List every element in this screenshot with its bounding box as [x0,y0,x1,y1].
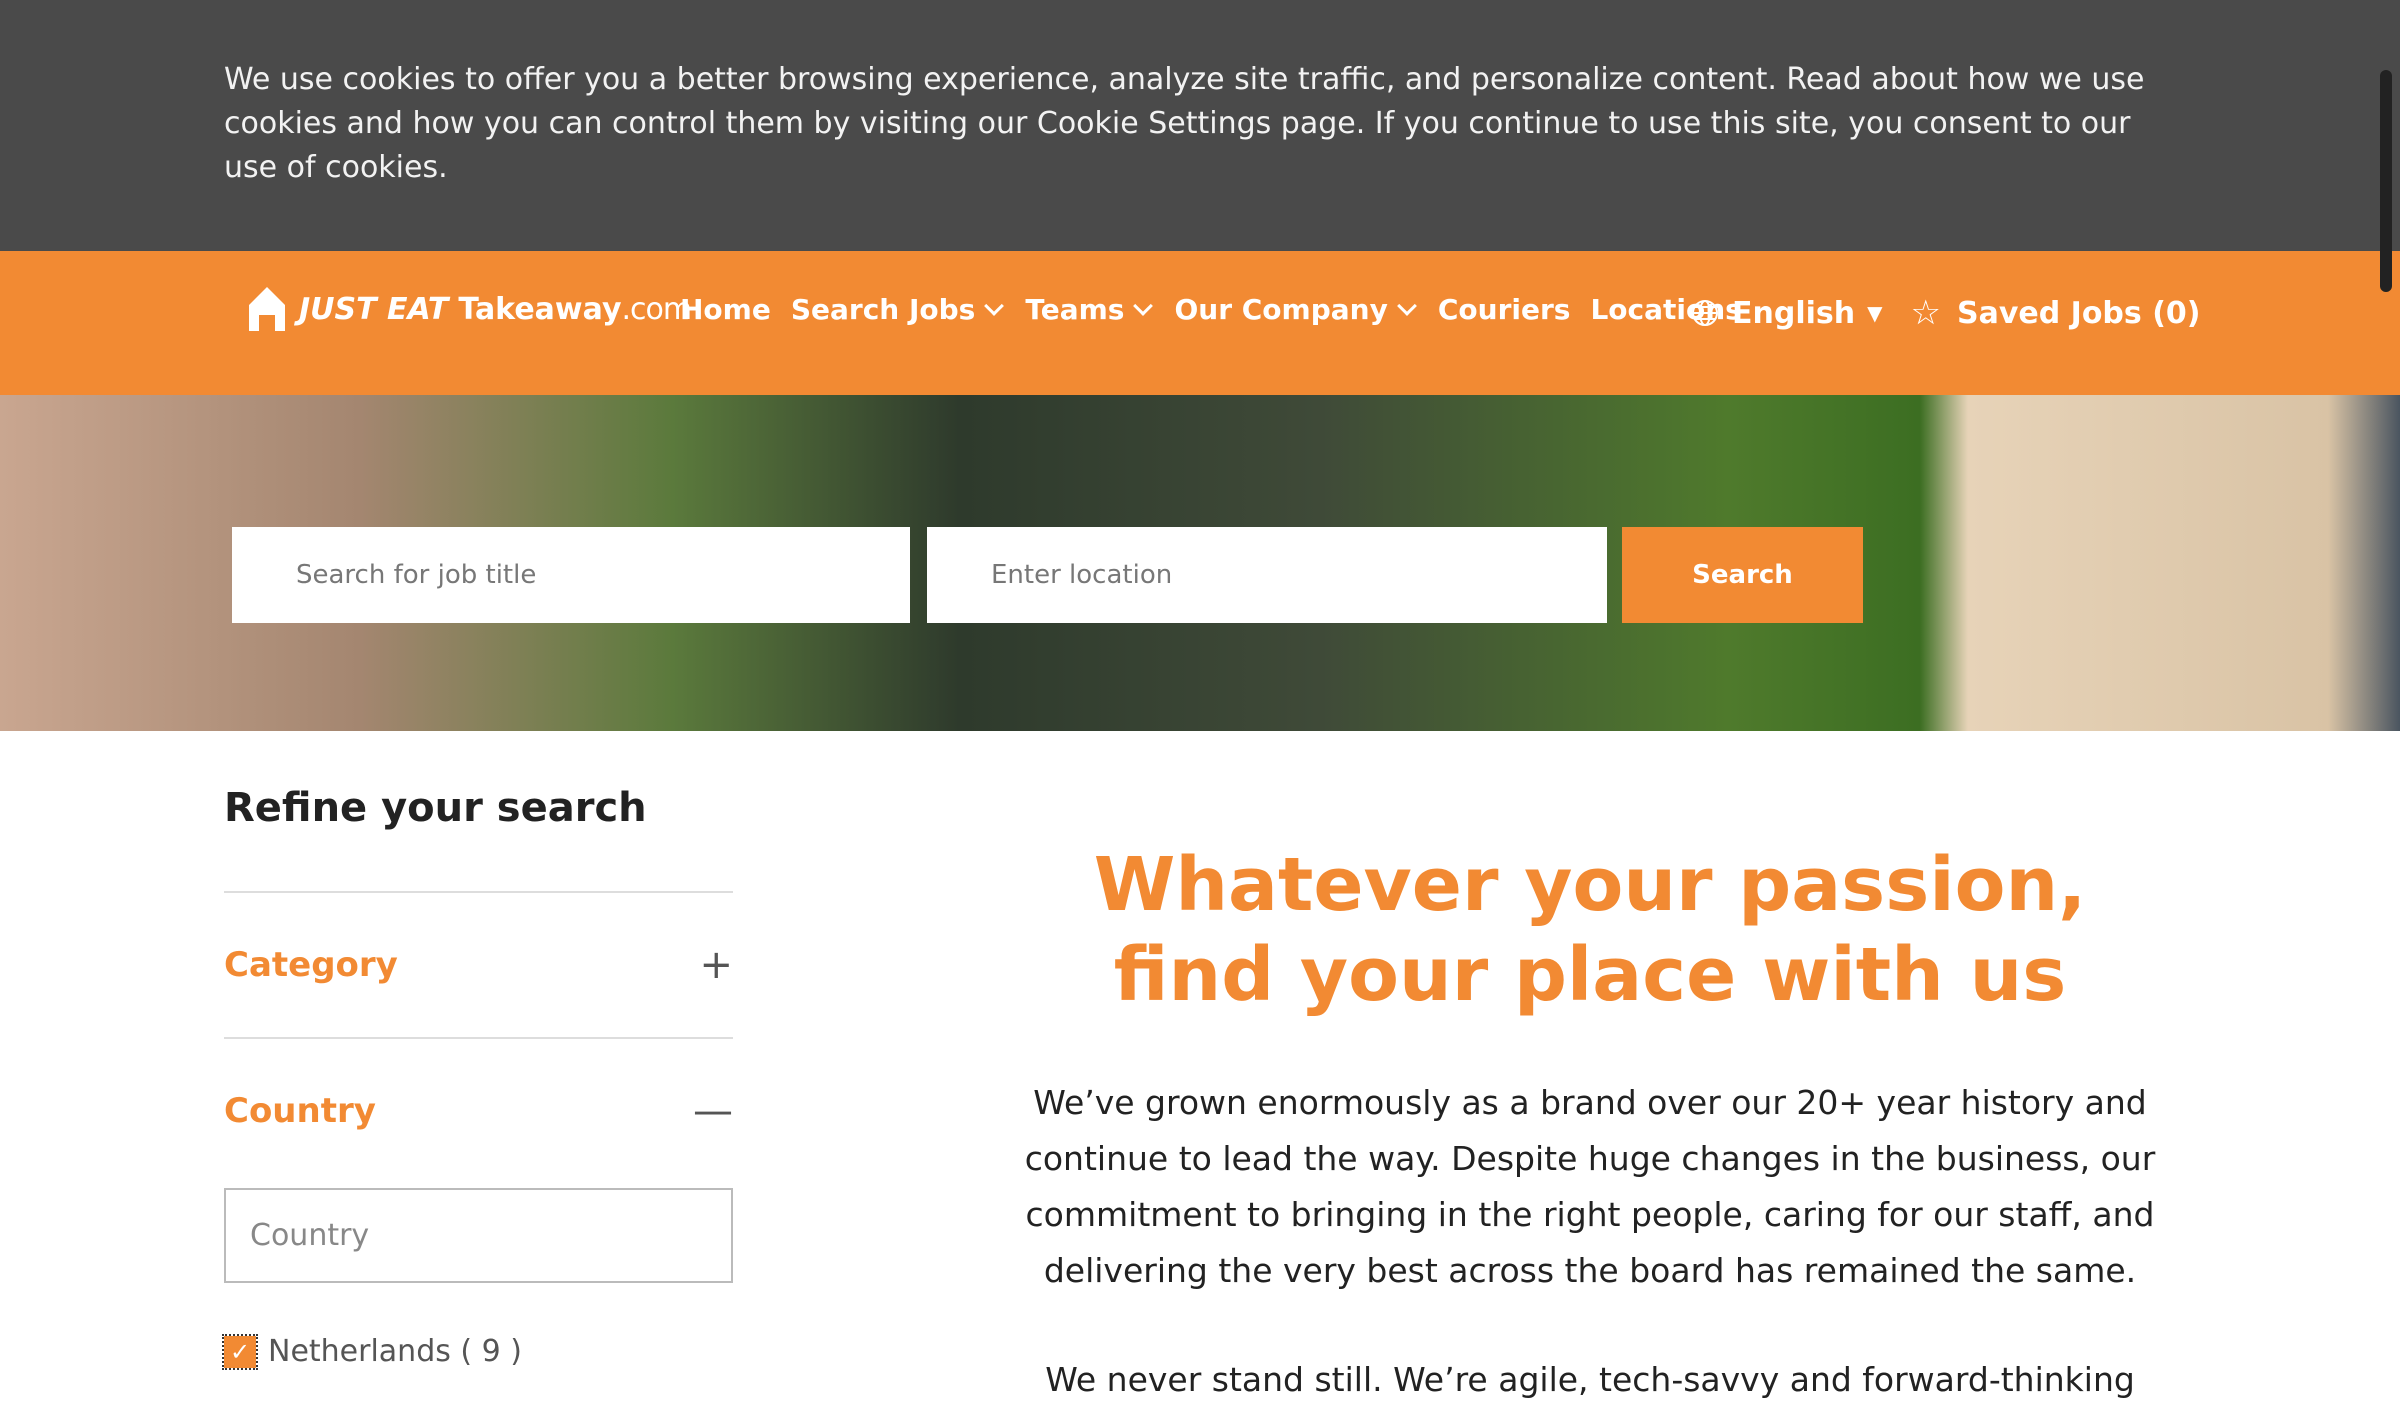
minus-icon: — [693,1088,733,1134]
plus-icon: + [699,942,733,988]
divider [224,1037,733,1039]
intro-paragraph: We’ve grown enormously as a brand over o… [1024,1083,2156,1290]
top-nav: JUST EAT Takeaway.com Home Search Jobs Te… [0,251,2400,395]
job-title-input[interactable]: Search for job title [232,527,910,623]
country-filter-input[interactable]: Country [224,1188,733,1283]
scrollbar[interactable] [2380,70,2392,292]
category-accordion[interactable]: Category + [224,942,733,988]
country-option-netherlands[interactable]: ✓ Netherlands ( 9 ) [222,1333,522,1370]
chevron-down-icon [984,295,1005,316]
nav-teams[interactable]: Teams [1025,293,1154,326]
star-icon: ☆ [1910,293,1941,333]
second-paragraph: We never stand still. We’re agile, tech-… [1045,1360,2135,1399]
country-accordion[interactable]: Country — [224,1088,733,1134]
caret-down-icon: ▼ [1867,301,1883,325]
refine-title: Refine your search [224,785,647,831]
language-select[interactable]: English ▼ [1690,296,1883,331]
checkbox-checked-icon[interactable]: ✓ [222,1333,258,1370]
globe-icon [1692,300,1718,326]
nav-search-jobs[interactable]: Search Jobs [791,293,1006,326]
nav-our-company[interactable]: Our Company [1174,293,1417,326]
main-headline: Whatever your passion, find your place wi… [1093,842,2087,1018]
cookie-banner: We use cookies to offer you a better bro… [0,0,2400,251]
cookie-text: We use cookies to offer you a better bro… [224,62,2145,185]
location-input[interactable]: Enter location [927,527,1607,623]
divider [224,891,733,893]
saved-jobs-link[interactable]: ☆ Saved Jobs (0) [1911,293,2201,333]
search-button[interactable]: Search [1622,527,1863,623]
logo[interactable]: JUST EAT Takeaway.com [245,285,692,333]
hero-banner: Search for job title Enter location Sear… [0,395,2400,731]
chevron-down-icon [1396,295,1417,316]
house-logo-icon [249,287,285,331]
nav-couriers[interactable]: Couriers [1438,293,1571,326]
nav-home[interactable]: Home [680,293,771,326]
chevron-down-icon [1133,295,1154,316]
